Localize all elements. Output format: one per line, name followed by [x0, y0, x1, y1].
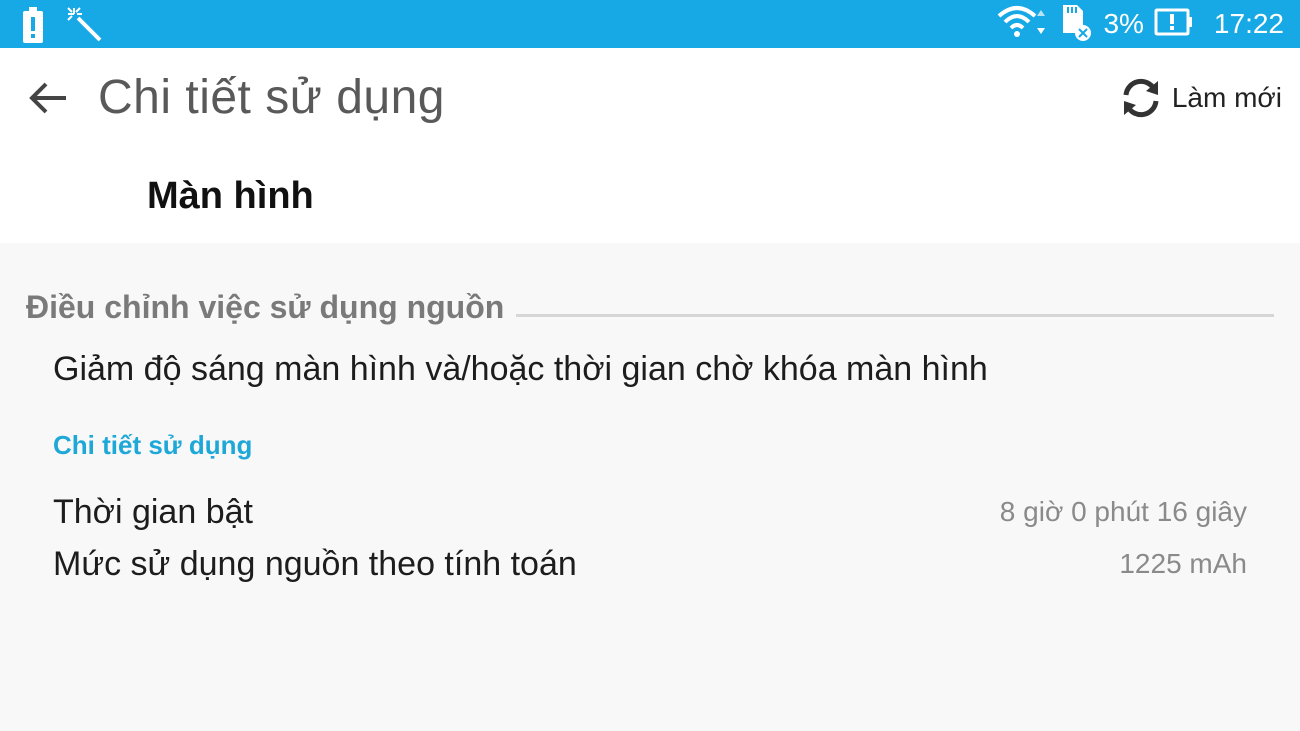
usage-row-computed-power: Mức sử dụng nguồn theo tính toán 1225 mA…	[53, 542, 1247, 586]
status-bar-right: 3% 17:22	[997, 0, 1284, 48]
back-button[interactable]	[22, 72, 74, 124]
battery-percent: 3%	[1103, 8, 1144, 39]
refresh-icon	[1123, 78, 1159, 118]
status-bar-left	[22, 6, 104, 49]
section-header: Điều chỉnh việc sử dụng nguồn	[26, 285, 1274, 329]
status-bar: 3% 17:22	[0, 0, 1300, 48]
battery-low-icon	[1154, 7, 1194, 42]
refresh-label: Làm mới	[1171, 82, 1282, 113]
magic-wand-icon	[66, 6, 104, 49]
row-label: Thời gian bật	[53, 492, 253, 531]
section-title: Điều chỉnh việc sử dụng nguồn	[26, 288, 505, 325]
page-title: Chi tiết sử dụng	[98, 71, 445, 124]
sd-card-icon	[1059, 3, 1093, 46]
wifi-icon	[997, 4, 1049, 45]
refresh-button[interactable]: Làm mới	[1118, 72, 1282, 124]
section-divider	[516, 313, 1274, 317]
row-value: 8 giờ 0 phút 16 giây	[999, 496, 1247, 527]
row-value: 1225 mAh	[1119, 548, 1247, 579]
clock: 17:22	[1213, 8, 1284, 39]
usage-row-on-time: Thời gian bật 8 giờ 0 phút 16 giây	[53, 490, 1247, 534]
component-name: Màn hình	[147, 175, 314, 217]
usage-subheader: Chi tiết sử dụng	[53, 430, 253, 460]
row-label: Mức sử dụng nguồn theo tính toán	[53, 544, 577, 583]
power-tip[interactable]: Giảm độ sáng màn hình và/hoặc thời gian …	[53, 350, 988, 389]
battery-alert-icon	[22, 7, 44, 48]
arrow-left-icon	[29, 82, 66, 114]
component-header: Màn hình	[0, 148, 1300, 243]
app-bar: Chi tiết sử dụng Làm mới	[0, 48, 1300, 148]
